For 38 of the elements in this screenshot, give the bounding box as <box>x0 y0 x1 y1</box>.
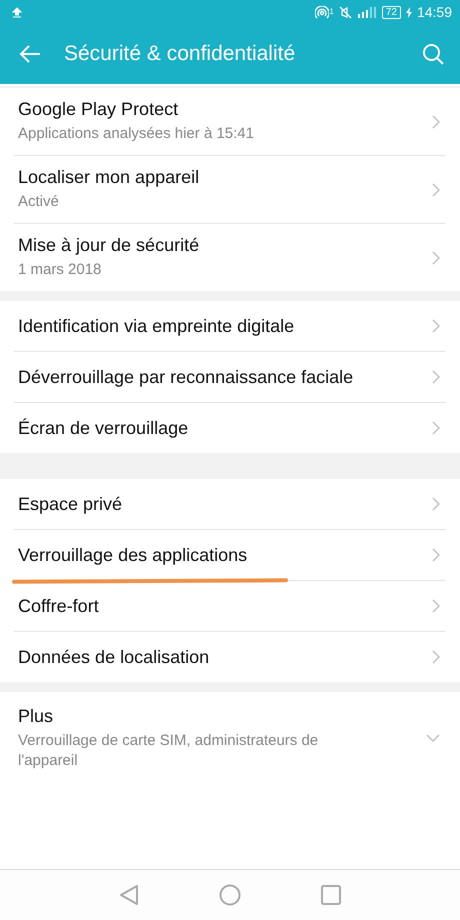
setting-title[interactable]: Plus <box>18 706 426 726</box>
setting-title[interactable]: Écran de verrouillage <box>18 418 432 438</box>
setting-title[interactable]: Données de localisation <box>18 646 432 668</box>
setting-summary: Activé <box>18 192 60 212</box>
muted-icon <box>338 6 352 18</box>
setting-summary: Applications analysées hier à 15:41 <box>18 124 255 144</box>
setting-summary: Verrouillage de carte SIM, administrateurs de l'appareil <box>18 730 320 770</box>
chevron-right-icon <box>432 650 440 664</box>
setting-title[interactable]: Déverrouillage par reconnaissance faciale <box>18 366 432 388</box>
setting-title[interactable]: Verrouillage des applications <box>18 544 432 566</box>
setting-title[interactable]: Google Play Protect <box>18 99 432 120</box>
back-nav-button[interactable] <box>119 884 139 906</box>
setting-summary: 1 mars 2018 <box>18 260 102 280</box>
setting-title[interactable]: Espace privé <box>18 494 432 514</box>
chevron-right-icon <box>432 370 440 384</box>
page-title: Sécurité & confidentialité <box>64 42 296 66</box>
chevron-right-icon <box>432 319 440 333</box>
upload-icon <box>12 6 22 18</box>
hotspot-count: 1 <box>329 7 334 16</box>
chevron-right-icon <box>432 497 440 511</box>
setting-title[interactable]: Mise à jour de sécurité <box>18 235 432 256</box>
recents-button[interactable] <box>321 885 341 905</box>
chevron-right-icon <box>432 250 440 264</box>
setting-title[interactable]: Localiser mon appareil <box>18 167 432 188</box>
search-button[interactable] <box>420 41 446 67</box>
setting-title[interactable]: Coffre-fort <box>18 596 432 616</box>
hotspot-icon <box>315 6 330 18</box>
chevron-right-icon <box>432 114 440 128</box>
setting-title[interactable]: Identification via empreinte digitale <box>18 316 432 336</box>
chevron-right-icon <box>432 421 440 435</box>
clock: 14:59 <box>416 4 452 20</box>
chevron-right-icon <box>432 599 440 613</box>
chevron-right-icon <box>432 182 440 196</box>
charging-icon <box>406 6 412 18</box>
signal-icon <box>356 6 377 18</box>
chevron-right-icon <box>432 548 440 562</box>
battery-level: 72 <box>382 6 401 18</box>
home-button[interactable] <box>219 884 241 906</box>
